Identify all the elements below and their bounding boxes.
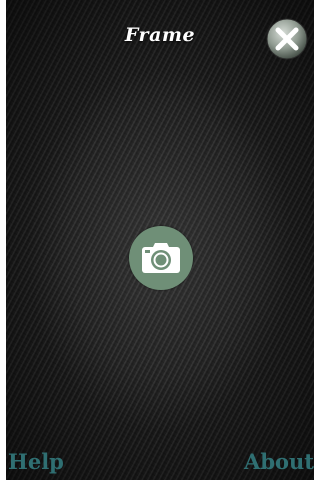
- about-link[interactable]: About: [244, 449, 314, 474]
- camera-button[interactable]: [129, 226, 193, 290]
- camera-icon: [142, 243, 180, 273]
- app-screen: Frame Help About: [0, 0, 320, 480]
- close-button[interactable]: [266, 18, 308, 60]
- right-border: [314, 0, 320, 480]
- close-icon: [266, 18, 308, 60]
- help-link[interactable]: Help: [8, 449, 64, 474]
- left-border: [0, 0, 6, 480]
